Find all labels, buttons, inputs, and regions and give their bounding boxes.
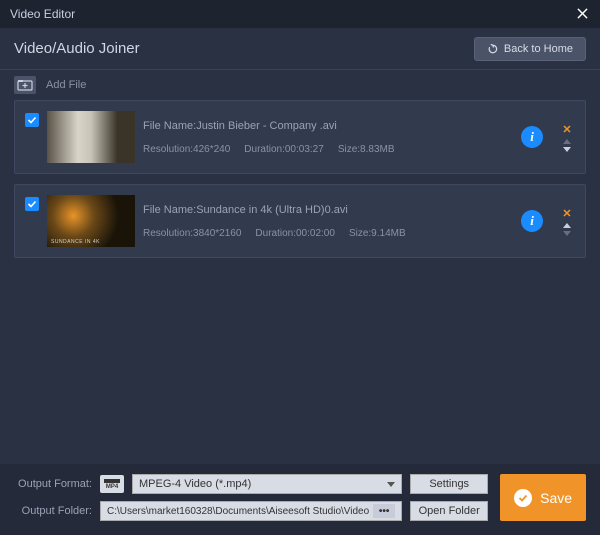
- bottom-panel: Output Format: MP4 MPEG-4 Video (*.mp4) …: [0, 464, 600, 535]
- add-file-icon: [17, 79, 33, 91]
- resolution: Resolution:3840*2160: [143, 228, 241, 239]
- video-thumbnail: [47, 111, 135, 163]
- back-to-home-button[interactable]: Back to Home: [474, 37, 586, 61]
- file-item[interactable]: File Name:Justin Bieber - Company .avi R…: [14, 100, 586, 174]
- size: Size:9.14MB: [349, 228, 406, 239]
- save-check-icon: [514, 489, 532, 507]
- duration: Duration:00:03:27: [244, 144, 324, 155]
- file-checkbox[interactable]: [25, 113, 39, 127]
- reorder-controls: ✕: [559, 123, 575, 152]
- size: Size:8.83MB: [338, 144, 395, 155]
- file-checkbox[interactable]: [25, 197, 39, 211]
- back-to-home-label: Back to Home: [504, 43, 573, 55]
- check-icon: [27, 199, 37, 209]
- close-button[interactable]: [574, 6, 590, 22]
- move-up-button[interactable]: [563, 139, 571, 144]
- output-format-label: Output Format:: [14, 478, 92, 490]
- output-format-select[interactable]: MPEG-4 Video (*.mp4): [132, 474, 402, 494]
- info-button[interactable]: i: [521, 126, 543, 148]
- check-icon: [27, 115, 37, 125]
- save-label: Save: [540, 490, 572, 506]
- reorder-controls: ✕: [559, 207, 575, 236]
- move-up-button[interactable]: [563, 223, 571, 228]
- file-name-value: Justin Bieber - Company .avi: [196, 120, 337, 132]
- format-type-icon: MP4: [100, 475, 124, 493]
- file-meta: File Name:Justin Bieber - Company .avi R…: [143, 120, 513, 155]
- info-button[interactable]: i: [521, 210, 543, 232]
- move-down-button[interactable]: [563, 231, 571, 236]
- output-settings: Output Format: MP4 MPEG-4 Video (*.mp4) …: [14, 474, 488, 521]
- file-item[interactable]: SUNDANCE IN 4K File Name:Sundance in 4k …: [14, 184, 586, 258]
- output-folder-input[interactable]: C:\Users\market160328\Documents\Aiseesof…: [100, 501, 402, 521]
- file-name-label: File Name:: [143, 120, 196, 132]
- output-format-row: Output Format: MP4 MPEG-4 Video (*.mp4) …: [14, 474, 488, 494]
- remove-button[interactable]: ✕: [562, 123, 571, 136]
- settings-button[interactable]: Settings: [410, 474, 488, 494]
- output-folder-value: C:\Users\market160328\Documents\Aiseesof…: [107, 506, 369, 517]
- chevron-down-icon: [387, 482, 395, 487]
- file-name-label: File Name:: [143, 204, 196, 216]
- add-file-label[interactable]: Add File: [46, 79, 86, 91]
- output-folder-label: Output Folder:: [14, 505, 92, 517]
- add-file-button[interactable]: [14, 76, 36, 94]
- output-format-value: MPEG-4 Video (*.mp4): [139, 478, 251, 490]
- remove-button[interactable]: ✕: [562, 207, 571, 220]
- file-name-row: File Name:Sundance in 4k (Ultra HD)0.avi: [143, 204, 513, 216]
- video-thumbnail: SUNDANCE IN 4K: [47, 195, 135, 247]
- titlebar: Video Editor: [0, 0, 600, 28]
- move-down-button[interactable]: [563, 147, 571, 152]
- output-folder-row: Output Folder: C:\Users\market160328\Doc…: [14, 501, 488, 521]
- file-name-row: File Name:Justin Bieber - Company .avi: [143, 120, 513, 132]
- file-meta: File Name:Sundance in 4k (Ultra HD)0.avi…: [143, 204, 513, 239]
- page-title: Video/Audio Joiner: [14, 40, 140, 57]
- back-arrow-icon: [487, 43, 499, 55]
- browse-folder-button[interactable]: •••: [373, 504, 395, 518]
- file-name-value: Sundance in 4k (Ultra HD)0.avi: [196, 204, 348, 216]
- file-details-row: Resolution:3840*2160 Duration:00:02:00 S…: [143, 228, 513, 239]
- file-details-row: Resolution:426*240 Duration:00:03:27 Siz…: [143, 144, 513, 155]
- app-title: Video Editor: [10, 7, 75, 21]
- file-list: File Name:Justin Bieber - Company .avi R…: [0, 100, 600, 258]
- duration: Duration:00:02:00: [255, 228, 335, 239]
- add-file-row: Add File: [0, 70, 600, 100]
- resolution: Resolution:426*240: [143, 144, 230, 155]
- open-folder-button[interactable]: Open Folder: [410, 501, 488, 521]
- header: Video/Audio Joiner Back to Home: [0, 28, 600, 70]
- save-button[interactable]: Save: [500, 474, 586, 521]
